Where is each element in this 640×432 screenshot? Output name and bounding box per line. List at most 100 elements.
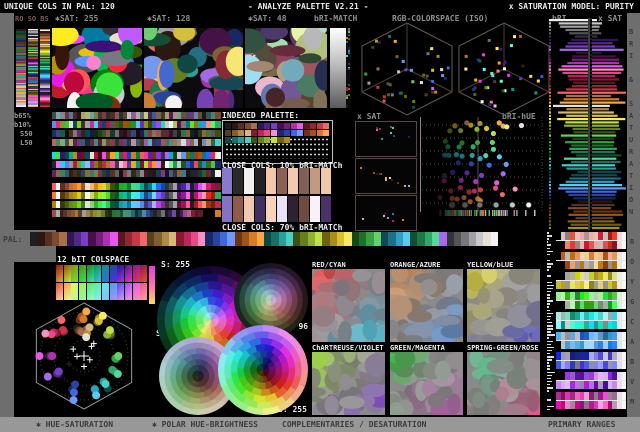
sort-columns-label: RO SO BS <box>15 15 49 23</box>
pal-swatch[interactable] <box>51 232 60 246</box>
indexed-cell <box>323 130 330 136</box>
blob-svg <box>144 28 243 108</box>
hist-bar <box>547 275 552 277</box>
pal-swatch[interactable] <box>198 232 206 246</box>
pal-swatch[interactable] <box>30 232 38 246</box>
pal-swatch[interactable] <box>241 232 250 246</box>
footer-complementaries: COMPLEMENTARIES / DESATURATION <box>282 420 427 429</box>
pal-swatch[interactable] <box>453 232 462 246</box>
pal-swatch[interactable] <box>278 232 286 246</box>
pal-swatch[interactable] <box>256 232 264 246</box>
pal-swatch[interactable] <box>125 232 133 246</box>
pal-swatch[interactable] <box>234 232 243 246</box>
bri-match-speck <box>348 28 350 30</box>
pal-swatch[interactable] <box>154 232 162 246</box>
pal-swatch[interactable] <box>117 232 126 246</box>
pal-swatch[interactable] <box>300 232 308 246</box>
bri-match-speck <box>346 55 348 57</box>
pal-swatch[interactable] <box>322 232 330 246</box>
range-divider <box>556 349 626 350</box>
pal-swatch[interactable] <box>395 232 403 246</box>
pal-swatch[interactable] <box>176 232 184 246</box>
indexed-cell <box>238 130 245 136</box>
pal-swatch[interactable] <box>88 232 96 246</box>
colspace-tile <box>109 283 117 300</box>
pal-swatch[interactable] <box>249 232 257 246</box>
pal-swatch[interactable] <box>475 232 484 246</box>
indexed-cell <box>277 123 284 129</box>
pal-swatch[interactable] <box>483 232 491 246</box>
hist-bar <box>547 368 550 370</box>
hist-bar <box>547 259 550 262</box>
pal-swatch[interactable] <box>263 232 272 246</box>
pal-swatch[interactable] <box>461 232 469 246</box>
pal-swatch[interactable] <box>388 232 396 246</box>
pal-swatch[interactable] <box>190 232 199 246</box>
pal-swatch[interactable] <box>366 232 374 246</box>
pal-swatch[interactable] <box>373 232 381 246</box>
pal-swatch[interactable] <box>227 232 235 246</box>
indexed-cell <box>257 137 264 143</box>
pal-swatch[interactable] <box>439 232 447 246</box>
pal-swatch[interactable] <box>417 232 425 246</box>
pal-swatch[interactable] <box>468 232 476 246</box>
pal-swatch[interactable] <box>337 232 345 246</box>
comp-title-2: YELLOW/bLUE <box>467 261 514 269</box>
pal-swatch[interactable] <box>168 232 177 246</box>
pal-swatch[interactable] <box>73 232 82 246</box>
pal-swatch[interactable] <box>95 232 104 246</box>
pal-swatch[interactable] <box>44 232 52 246</box>
pal-swatch[interactable] <box>37 232 45 246</box>
colspace-tile <box>56 265 64 282</box>
pal-swatch[interactable] <box>271 232 279 246</box>
pal-swatch[interactable] <box>410 232 418 246</box>
hist-bar <box>547 405 554 408</box>
pal-swatch[interactable] <box>315 232 323 246</box>
pal-swatch[interactable] <box>161 232 169 246</box>
pal-swatch[interactable] <box>59 232 67 246</box>
pal-swatch[interactable] <box>220 232 228 246</box>
pal-swatch[interactable] <box>81 232 89 246</box>
pal-swatch[interactable] <box>307 232 316 246</box>
colspace-tile <box>109 265 117 282</box>
hist-bar <box>547 297 550 299</box>
pal-swatch[interactable] <box>146 232 155 246</box>
colspace-tile <box>140 283 148 300</box>
palette-analyzer-app: UNIQUE COLS IN PAL: 120 - ANALYZE PALETT… <box>0 0 640 432</box>
xsat-dot <box>379 173 382 176</box>
pal-swatch[interactable] <box>205 232 213 246</box>
pal-swatch[interactable] <box>329 232 338 246</box>
pal-swatch[interactable] <box>358 232 367 246</box>
colspace-tile <box>124 283 133 300</box>
pal-swatch[interactable] <box>344 232 352 246</box>
range-divider <box>556 409 626 410</box>
pal-swatch[interactable] <box>285 232 294 246</box>
indexed-cell <box>284 130 291 136</box>
xsat-scatter-panel <box>355 121 417 231</box>
pal-swatch[interactable] <box>212 232 221 246</box>
pal-swatch[interactable] <box>132 232 140 246</box>
pal-swatch[interactable] <box>446 232 455 246</box>
pal-swatch[interactable] <box>293 232 301 246</box>
close-cols-row-1 <box>222 168 331 194</box>
indexed-cell <box>244 137 251 143</box>
pal-swatch[interactable] <box>380 232 389 246</box>
pal-swatch[interactable] <box>183 232 191 246</box>
bri-match-speck <box>348 31 350 33</box>
pal-swatch[interactable] <box>139 232 148 246</box>
pal-swatch[interactable] <box>490 232 498 246</box>
colspace-tile <box>101 283 110 300</box>
pal-swatch[interactable] <box>103 232 111 246</box>
pal-swatch[interactable] <box>351 232 360 246</box>
pal-swatch[interactable] <box>432 232 440 246</box>
pal-swatch[interactable] <box>66 232 74 246</box>
pal-swatch[interactable] <box>110 232 118 246</box>
pal-swatch[interactable] <box>424 232 433 246</box>
strip-row <box>52 201 220 208</box>
pal-swatch[interactable] <box>402 232 411 246</box>
xsat-dot <box>402 219 405 222</box>
close-col-swatch <box>244 196 254 222</box>
colspace-tile <box>56 283 64 300</box>
xsat-dot <box>375 172 378 175</box>
strip-row-label: b10% <box>14 121 31 129</box>
